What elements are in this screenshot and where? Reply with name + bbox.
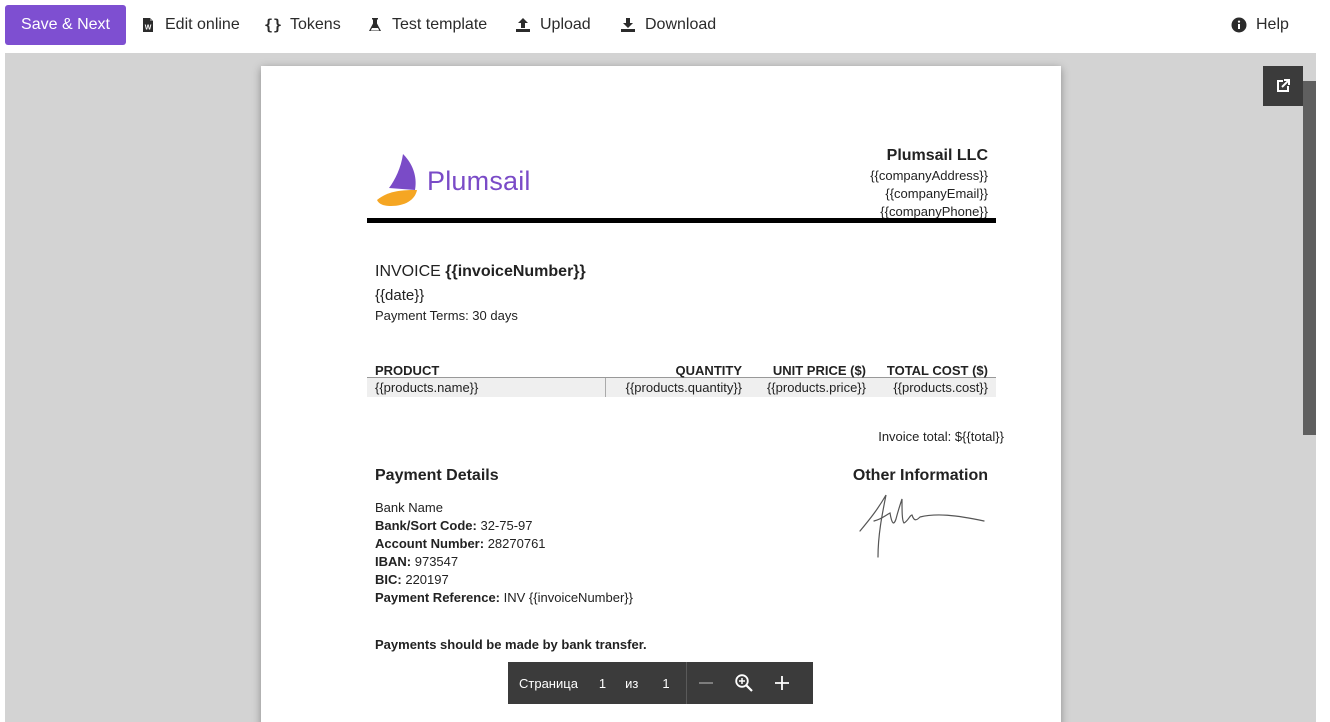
bank-name: Bank Name: [375, 500, 443, 515]
upload-label: Upload: [540, 16, 591, 33]
info-icon: [1230, 16, 1248, 34]
table-header: PRODUCT QUANTITY UNIT PRICE ($) TOTAL CO…: [367, 361, 996, 378]
payment-details-title: Payment Details: [375, 467, 499, 484]
header-product: PRODUCT: [375, 363, 440, 378]
table-row: {{products.name}} {{products.quantity}} …: [367, 378, 996, 397]
payment-reference-line: Payment Reference: INV {{invoiceNumber}}: [375, 589, 633, 607]
bic-line: BIC: 220197: [375, 571, 633, 589]
test-template-button[interactable]: Test template: [366, 12, 487, 38]
page-current[interactable]: 1: [599, 676, 606, 691]
open-external-icon: [1277, 79, 1290, 92]
help-button[interactable]: Help: [1230, 12, 1289, 38]
document-viewer[interactable]: Plumsail Plumsail LLC {{companyAddress}}…: [5, 53, 1316, 722]
header-unit-price: UNIT PRICE ($): [772, 363, 866, 378]
invoice-title: INVOICE {{invoiceNumber}}: [375, 263, 586, 281]
page-navigation-bar: Страница 1 из 1: [508, 662, 813, 704]
zoom-out-button[interactable]: [687, 662, 725, 704]
account-number-value: 28270761: [487, 536, 546, 551]
invoice-date: {{date}}: [375, 287, 425, 304]
account-number-label: Account Number:: [375, 536, 485, 551]
payment-details-list: Bank Name Bank/Sort Code: 32-75-97 Accou…: [375, 499, 633, 607]
bic-value: 220197: [405, 572, 449, 587]
download-button[interactable]: Download: [619, 12, 716, 38]
cell-product-name: {{products.name}}: [375, 380, 479, 395]
download-icon: [619, 16, 637, 34]
open-in-new-window-button[interactable]: [1263, 66, 1303, 106]
products-table: PRODUCT QUANTITY UNIT PRICE ($) TOTAL CO…: [367, 361, 996, 397]
company-address: {{companyAddress}}: [870, 168, 988, 183]
help-label: Help: [1256, 16, 1289, 33]
upload-icon: [514, 16, 532, 34]
other-information-title: Other Information: [852, 467, 988, 484]
invoice-label: INVOICE: [375, 263, 441, 280]
bank-sort-code-label: Bank/Sort Code:: [375, 518, 477, 533]
test-template-label: Test template: [392, 16, 488, 33]
cell-cost: {{products.cost}}: [893, 380, 988, 395]
save-next-button[interactable]: Save & Next: [5, 5, 126, 45]
company-info: Plumsail LLC {{companyAddress}} {{compan…: [870, 146, 988, 221]
bank-sort-code-line: Bank/Sort Code: 32-75-97: [375, 517, 633, 535]
iban-line: IBAN: 973547: [375, 553, 633, 571]
company-email: {{companyEmail}}: [885, 186, 988, 201]
payment-reference-label: Payment Reference:: [375, 590, 500, 605]
signature-image: [859, 494, 985, 558]
tokens-label: Tokens: [290, 16, 341, 33]
page-label: Страница: [519, 675, 578, 691]
svg-text:W: W: [145, 25, 152, 32]
payment-reference-value: INV {{invoiceNumber}}: [503, 590, 633, 605]
edit-online-button[interactable]: W Edit online: [139, 12, 240, 38]
upload-button[interactable]: Upload: [514, 12, 591, 38]
logo-text: Plumsail: [427, 166, 531, 196]
iban-label: IBAN:: [375, 554, 412, 569]
plus-icon: [774, 676, 789, 690]
invoice-number: {{invoiceNumber}}: [445, 263, 586, 280]
tokens-button[interactable]: {} Tokens: [264, 12, 341, 38]
bank-sort-code-value: 32-75-97: [480, 518, 533, 533]
toolbar: Save & Next W Edit online {} Tokens Test…: [0, 0, 1330, 52]
header-total-cost: TOTAL COST ($): [886, 363, 988, 378]
zoom-icon: [734, 674, 753, 692]
of-label: из: [625, 675, 639, 691]
payment-note: Payments should be made by bank transfer…: [375, 637, 647, 652]
zoom-in-button[interactable]: [763, 662, 801, 704]
header-quantity: QUANTITY: [675, 363, 742, 378]
document-page: Plumsail Plumsail LLC {{companyAddress}}…: [261, 66, 1061, 722]
iban-value: 973547: [414, 554, 459, 569]
header-divider: [367, 218, 996, 223]
braces-icon: {}: [263, 16, 283, 34]
scrollbar-thumb[interactable]: [1303, 81, 1316, 435]
edit-online-label: Edit online: [165, 16, 240, 33]
payment-terms: Payment Terms: 30 days: [375, 308, 518, 323]
cell-quantity: {{products.quantity}}: [625, 380, 742, 395]
word-file-icon: W: [139, 16, 157, 34]
flask-icon: [366, 16, 384, 34]
page-total: 1: [662, 675, 670, 691]
zoom-reset-button[interactable]: [725, 662, 763, 704]
minus-icon: [698, 682, 713, 684]
account-number-line: Account Number: 28270761: [375, 535, 633, 553]
company-name: Plumsail LLC: [886, 147, 988, 164]
invoice-total: Invoice total: ${{total}}: [878, 429, 1004, 444]
download-label: Download: [645, 16, 717, 33]
column-divider: [605, 378, 606, 397]
cell-price: {{products.price}}: [766, 380, 866, 395]
bic-label: BIC:: [375, 572, 402, 587]
